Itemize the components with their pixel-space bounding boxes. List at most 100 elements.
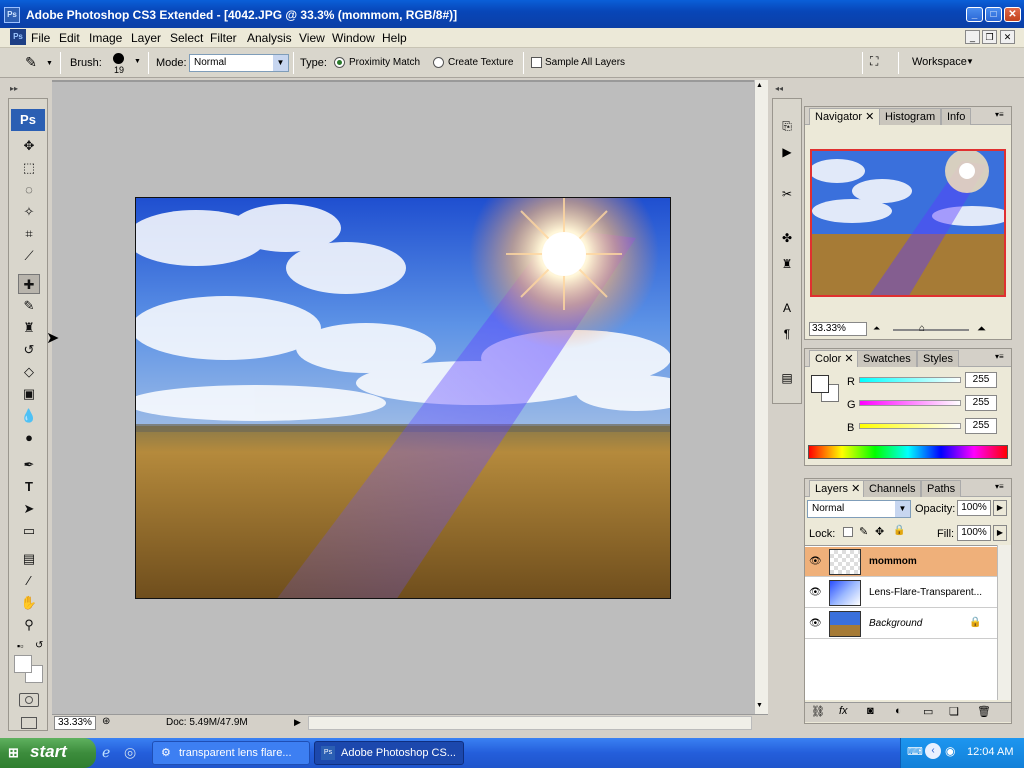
layers-panel-menu-icon[interactable]: ▾≡ — [995, 482, 1004, 491]
paragraph-panel-icon[interactable]: ¶ — [776, 323, 798, 343]
menu-analysis[interactable]: Analysis — [247, 31, 292, 45]
zoom-slider-thumb-icon[interactable]: ⌂ — [919, 323, 925, 334]
r-slider[interactable] — [859, 377, 961, 383]
ie-icon[interactable]: ℯ — [102, 744, 110, 761]
r-value[interactable]: 255 — [965, 372, 997, 388]
navigator-preview[interactable] — [810, 149, 1006, 297]
tool-preset-arrow-icon[interactable]: ▼ — [46, 60, 53, 67]
status-arrow-icon[interactable]: ▶ — [294, 717, 301, 728]
task-photoshop[interactable]: Ps Adobe Photoshop CS... — [314, 741, 464, 765]
bridge-icon[interactable]: ⛶ — [870, 54, 892, 72]
mode-select[interactable]: Normal ▼ — [189, 54, 289, 72]
brush-picker-arrow-icon[interactable]: ▼ — [134, 58, 141, 65]
path-selection-tool-icon[interactable]: ➤ — [18, 499, 40, 519]
menu-file[interactable]: File — [31, 31, 50, 45]
doc-close-icon[interactable]: ✕ — [1000, 30, 1015, 44]
create-texture-radio[interactable] — [433, 57, 444, 68]
menu-select[interactable]: Select — [170, 31, 203, 45]
screen-mode-icon[interactable] — [21, 717, 37, 729]
marquee-tool-icon[interactable]: ⬚ — [18, 158, 40, 178]
tab-swatches[interactable]: Swatches — [857, 350, 917, 367]
workspace-arrow-icon[interactable]: ▼ — [966, 57, 974, 66]
brush-tool-icon[interactable]: ✎ — [18, 296, 40, 316]
layer-row-lens-flare[interactable]: 👁 Lens-Flare-Transparent... — [805, 578, 997, 608]
start-button[interactable]: ⊞ start — [0, 738, 96, 768]
tray-expand-icon[interactable]: ‹ — [925, 743, 941, 759]
blur-tool-icon[interactable]: 💧 — [18, 406, 40, 426]
eye-icon[interactable]: 👁 — [809, 618, 822, 629]
healing-brush-tool-icon[interactable]: ✚ — [18, 274, 40, 294]
workspace-button[interactable]: Workspace — [912, 56, 967, 68]
dodge-tool-icon[interactable]: ● — [18, 428, 40, 448]
toolbox-collapse-icon[interactable]: ▸▸ — [10, 84, 18, 93]
add-mask-icon[interactable]: ◙ — [867, 705, 874, 717]
quick-mask-icon[interactable] — [19, 693, 39, 707]
navigator-zoom-field[interactable]: 33.33% — [809, 322, 867, 336]
new-group-icon[interactable]: ▭ — [923, 705, 933, 718]
healing-brush-icon[interactable]: ✎ — [20, 54, 42, 72]
eraser-tool-icon[interactable]: ◇ — [18, 362, 40, 382]
tray-volume-icon[interactable]: ◉ — [945, 744, 955, 758]
menu-view[interactable]: View — [299, 31, 325, 45]
eyedropper-tool-icon[interactable]: ⁄ — [18, 571, 40, 591]
minimize-icon[interactable]: _ — [966, 7, 983, 22]
dock-collapse-icon[interactable]: ◂◂ — [775, 84, 783, 93]
tab-navigator[interactable]: Navigator ✕ — [809, 108, 881, 125]
color-spectrum-ramp[interactable] — [808, 445, 1008, 459]
menu-layer[interactable]: Layer — [131, 31, 161, 45]
menu-edit[interactable]: Edit — [59, 31, 80, 45]
history-brush-tool-icon[interactable]: ↺ — [18, 340, 40, 360]
clone-stamp-tool-icon[interactable]: ♜ — [18, 318, 40, 338]
blend-mode-select[interactable]: Normal ▼ — [807, 500, 911, 518]
move-tool-icon[interactable]: ✥ — [18, 136, 40, 156]
zoom-field[interactable]: 33.33% — [54, 716, 96, 730]
fill-arrow-icon[interactable]: ▶ — [993, 525, 1007, 541]
opacity-field[interactable]: 100% — [957, 500, 991, 516]
crop-tool-icon[interactable]: ⌗ — [18, 224, 40, 244]
g-value[interactable]: 255 — [965, 395, 997, 411]
quicklaunch-icon[interactable]: ◎ — [124, 744, 136, 761]
lock-transparency-icon[interactable] — [843, 527, 853, 537]
scroll-down-icon[interactable]: ▼ — [756, 702, 763, 709]
tab-styles[interactable]: Styles — [917, 350, 959, 367]
gradient-tool-icon[interactable]: ▣ — [18, 384, 40, 404]
history-panel-icon[interactable]: ⎘ — [776, 115, 798, 135]
tab-info[interactable]: Info — [941, 108, 972, 125]
clone-source-panel-icon[interactable]: ♜ — [776, 253, 798, 273]
lock-pixels-icon[interactable]: ✎ — [859, 525, 868, 538]
shape-tool-icon[interactable]: ▭ — [18, 521, 40, 541]
layer-row-mommom[interactable]: 👁 mommom — [805, 547, 997, 577]
pen-tool-icon[interactable]: ✒ — [18, 455, 40, 475]
tab-color[interactable]: Color ✕ — [809, 350, 860, 367]
tool-presets-panel-icon[interactable]: ✂ — [776, 183, 798, 203]
brush-preview-icon[interactable] — [113, 53, 124, 64]
horizontal-scrollbar[interactable] — [308, 716, 752, 730]
fill-field[interactable]: 100% — [957, 525, 991, 541]
foreground-color-swatch[interactable] — [14, 655, 32, 673]
eye-icon[interactable]: 👁 — [809, 556, 822, 567]
maximize-icon[interactable]: □ — [985, 7, 1002, 22]
swap-colors-icon[interactable]: ↺ — [35, 640, 43, 651]
b-value[interactable]: 255 — [965, 418, 997, 434]
zoom-out-icon[interactable]: ⏶ — [873, 323, 880, 334]
lock-all-icon[interactable]: 🔒 — [893, 525, 905, 536]
panel-menu-icon[interactable]: ▾≡ — [995, 110, 1004, 119]
brushes-panel-icon[interactable]: ✤ — [776, 227, 798, 247]
type-tool-icon[interactable]: T — [18, 477, 40, 497]
vertical-scrollbar[interactable]: ▲ ▼ — [754, 80, 768, 714]
scroll-up-icon[interactable]: ▲ — [756, 82, 763, 89]
tab-histogram[interactable]: Histogram — [879, 108, 942, 125]
opacity-arrow-icon[interactable]: ▶ — [993, 500, 1007, 516]
zoom-in-icon[interactable]: ⏶ — [977, 323, 986, 336]
navigator-zoom-slider[interactable] — [893, 329, 969, 331]
layers-scrollbar[interactable] — [997, 545, 1011, 700]
g-slider[interactable] — [859, 400, 961, 406]
menu-image[interactable]: Image — [89, 31, 122, 45]
eye-icon[interactable]: 👁 — [809, 587, 822, 598]
document-image[interactable] — [135, 197, 671, 599]
tab-channels[interactable]: Channels — [863, 480, 922, 497]
character-panel-icon[interactable]: A — [776, 297, 798, 317]
status-menu-icon[interactable]: ⊛ — [102, 716, 110, 727]
magic-wand-tool-icon[interactable]: ✧ — [18, 202, 40, 222]
close-icon[interactable]: ✕ — [1004, 7, 1021, 22]
